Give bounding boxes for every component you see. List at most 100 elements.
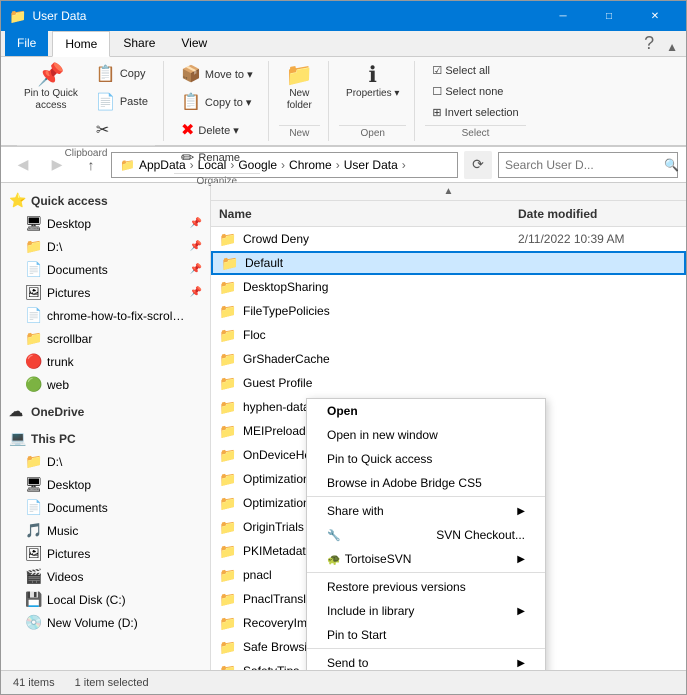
path-chrome[interactable]: Chrome <box>289 158 332 172</box>
web-icon: 🟢 <box>25 376 43 393</box>
sidebar-item-pictures[interactable]: 🖼 Pictures 📌 <box>1 281 210 304</box>
ctx-open-new-window[interactable]: Open in new window <box>307 423 545 447</box>
sidebar-item-web[interactable]: 🟢 web <box>1 373 210 396</box>
sidebar-onedrive-header[interactable]: ☁ OneDrive <box>1 400 210 423</box>
ctx-pin-start[interactable]: Pin to Start <box>307 623 545 649</box>
search-box[interactable]: 🔍 <box>498 152 678 178</box>
properties-button[interactable]: ℹ Properties ▾ <box>339 61 406 102</box>
sidebar-item-pc-pictures[interactable]: 🖼 Pictures <box>1 542 210 565</box>
minimize-button[interactable]: ─ <box>540 1 586 31</box>
sidebar-item-trunk[interactable]: 🔴 trunk <box>1 350 210 373</box>
sidebar-item-pc-desktop[interactable]: 🖥 Desktop <box>1 473 210 496</box>
sidebar-item-pc-documents[interactable]: 📄 Documents <box>1 496 210 519</box>
sidebar-item-desktop[interactable]: 🖥 Desktop 📌 <box>1 212 210 235</box>
delete-label: Delete ▾ <box>198 124 238 137</box>
select-none-label: ☐ Select none <box>432 85 503 98</box>
maximize-button[interactable]: □ <box>586 1 632 31</box>
tab-file[interactable]: File <box>5 30 48 56</box>
file-item-crowd-deny[interactable]: 📁 Crowd Deny 2/11/2022 10:39 AM <box>211 227 686 251</box>
ribbon-group-clipboard: 📌 Pin to Quickaccess 📋 Copy 📄 Paste ✂ <box>9 61 164 141</box>
copy-button[interactable]: 📋 Copy <box>89 61 155 87</box>
ctx-include-library-label: Include in library <box>327 604 414 618</box>
paste-icon: 📄 <box>96 92 116 112</box>
sidebar-item-pc-music[interactable]: 🎵 Music <box>1 519 210 542</box>
d-drive-icon: 📁 <box>25 238 43 255</box>
tab-home[interactable]: Home <box>52 31 110 57</box>
delete-button[interactable]: ✖ Delete ▾ <box>174 117 260 143</box>
folder-icon: 📁 <box>219 447 237 464</box>
pictures-label: Pictures <box>47 286 90 300</box>
ctx-open[interactable]: Open <box>307 399 545 423</box>
scrollbar-icon: 📁 <box>25 330 43 347</box>
sidebar-item-scrollbar[interactable]: 📁 scrollbar <box>1 327 210 350</box>
sidebar-item-pc-videos[interactable]: 🎬 Videos <box>1 565 210 588</box>
ribbon-group-new: 📁 Newfolder New <box>271 61 329 141</box>
ctx-tortoise-svn[interactable]: 🐢 TortoiseSVN ▶ <box>307 547 545 573</box>
sidebar-this-pc-header[interactable]: 💻 This PC <box>1 427 210 450</box>
ctx-svn-checkout[interactable]: 🔧 SVN Checkout... <box>307 523 545 547</box>
address-path[interactable]: 📁 AppData › Local › Google › Chrome › Us… <box>111 152 458 178</box>
refresh-button[interactable]: ⟳ <box>464 151 492 179</box>
pc-videos-icon: 🎬 <box>25 568 43 585</box>
ctx-svn-icon: 🔧 <box>327 529 341 542</box>
move-to-button[interactable]: 📦 Move to ▾ <box>174 61 260 87</box>
sidebar-item-local-disk[interactable]: 💾 Local Disk (C:) <box>1 588 210 611</box>
rename-button[interactable]: ✏ Rename <box>174 145 260 171</box>
file-item-grshadercache[interactable]: 📁 GrShaderCache <box>211 347 686 371</box>
sidebar-item-new-volume[interactable]: 💿 New Volume (D:) <box>1 611 210 634</box>
ctx-browse-adobe[interactable]: Browse in Adobe Bridge CS5 <box>307 471 545 497</box>
arrow-icon-2: ▶ <box>517 554 525 565</box>
sidebar-item-pc-d[interactable]: 📁 D:\ <box>1 450 210 473</box>
sidebar-item-chrome-fix[interactable]: 📄 chrome-how-to-fix-scrollbar-not-work <box>1 304 210 327</box>
scrollbar-label: scrollbar <box>47 332 92 346</box>
new-folder-icon: 📁 <box>286 64 313 86</box>
close-button[interactable]: ✕ <box>632 1 678 31</box>
file-item-floc[interactable]: 📁 Floc <box>211 323 686 347</box>
file-item-filetypepolicies[interactable]: 📁 FileTypePolicies <box>211 299 686 323</box>
copy-to-button[interactable]: 📋 Copy to ▾ <box>174 89 260 115</box>
new-folder-button[interactable]: 📁 Newfolder <box>279 61 320 115</box>
ribbon-collapse-icon[interactable]: ▲ <box>662 38 682 56</box>
select-all-button[interactable]: ☑ Select all <box>425 61 525 80</box>
ctx-share-with[interactable]: Share with ▶ <box>307 499 545 523</box>
paste-button[interactable]: 📄 Paste <box>89 89 155 115</box>
sort-indicator: ▲ <box>211 183 686 201</box>
folder-icon: 📁 <box>219 231 237 248</box>
ctx-pin-quick[interactable]: Pin to Quick access <box>307 447 545 471</box>
file-item-default[interactable]: 📁 Default <box>211 251 686 275</box>
sidebar-item-documents[interactable]: 📄 Documents 📌 <box>1 258 210 281</box>
copy-icon: 📋 <box>96 64 116 84</box>
help-icon[interactable]: ? <box>636 31 662 56</box>
sidebar-quick-access-header[interactable]: ⭐ Quick access <box>1 189 210 212</box>
file-item-guest-profile[interactable]: 📁 Guest Profile <box>211 371 686 395</box>
select-none-button[interactable]: ☐ Select none <box>425 82 525 101</box>
rename-icon: ✏ <box>181 148 194 168</box>
file-name: Default <box>245 256 510 270</box>
sidebar-item-d-drive[interactable]: 📁 D:\ 📌 <box>1 235 210 258</box>
ctx-send-to[interactable]: Send to ▶ <box>307 651 545 670</box>
file-item-desktop-sharing[interactable]: 📁 DesktopSharing <box>211 275 686 299</box>
status-bar: 41 items 1 item selected <box>1 670 686 694</box>
folder-icon: 📁 <box>219 471 237 488</box>
pin-quick-access-button[interactable]: 📌 Pin to Quickaccess <box>17 61 85 115</box>
ctx-svn-checkout-label: SVN Checkout... <box>436 528 525 542</box>
delete-icon: ✖ <box>181 120 194 140</box>
ctx-include-library[interactable]: Include in library ▶ <box>307 599 545 623</box>
title-bar-controls: ─ □ ✕ <box>540 1 678 31</box>
move-to-icon: 📦 <box>181 64 201 84</box>
search-input[interactable] <box>505 158 660 172</box>
col-name-header[interactable]: Name <box>219 207 518 221</box>
path-userdata[interactable]: User Data <box>344 158 398 172</box>
cut-icon-button[interactable]: ✂ <box>89 117 155 143</box>
ctx-restore-prev[interactable]: Restore previous versions <box>307 575 545 599</box>
tab-view[interactable]: View <box>168 30 220 56</box>
file-name: Floc <box>243 328 512 342</box>
pc-d-icon: 📁 <box>25 453 43 470</box>
ribbon-group-new-content: 📁 Newfolder <box>279 61 320 123</box>
tab-share[interactable]: Share <box>110 30 168 56</box>
pc-pictures-label: Pictures <box>47 547 90 561</box>
col-date-header[interactable]: Date modified <box>518 207 678 221</box>
title-bar-title: User Data <box>32 9 540 23</box>
invert-selection-button[interactable]: ⊞ Invert selection <box>425 103 525 122</box>
pc-music-label: Music <box>47 524 78 538</box>
